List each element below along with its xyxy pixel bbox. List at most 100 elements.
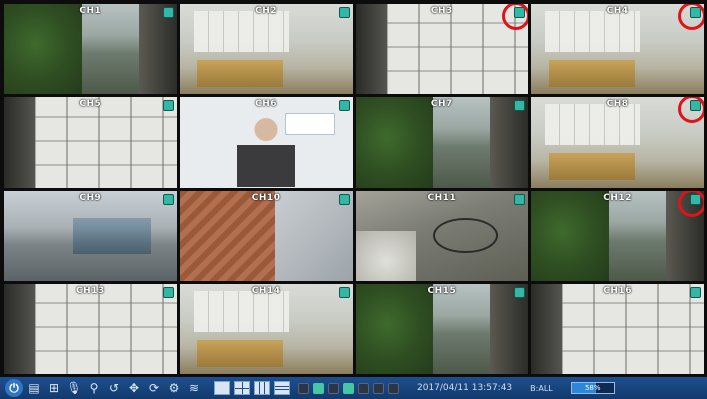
hdd-usage-text: 58% [584, 384, 601, 392]
sequence-button[interactable]: ⟳ [145, 380, 163, 396]
status-indicator-icon [343, 382, 354, 394]
power-button[interactable]: ⏻ [5, 379, 23, 397]
network-icon: ⚙ [168, 381, 180, 395]
record-status-icon [514, 100, 526, 112]
power-icon: ⏻ [9, 381, 19, 395]
record-status-icon [514, 286, 526, 298]
status-indicator-icon [328, 382, 339, 394]
camera-label: CH4 [606, 6, 629, 16]
list-search-icon: ⊞ [48, 381, 60, 395]
camera-feed [4, 4, 177, 95]
layout-l4-button[interactable] [234, 381, 250, 395]
camera-label: CH5 [79, 99, 102, 110]
menu-button[interactable]: ▤ [25, 380, 43, 396]
camera-label: CH11 [427, 192, 457, 203]
record-status-icon [338, 193, 350, 205]
hdd-usage-bar[interactable]: 58% [570, 382, 615, 394]
status-indicator-icon [373, 382, 384, 394]
camera-label: CH9 [79, 192, 102, 203]
playback-icon: ↺ [108, 381, 120, 395]
camera-feed [355, 283, 529, 374]
camera-feed [355, 190, 529, 281]
camera-feed [179, 190, 353, 281]
camera-tile[interactable]: CH14 [179, 283, 353, 374]
camera-label: CH16 [603, 285, 632, 296]
camera-tile[interactable]: CH4 [531, 4, 704, 95]
camera-feed [4, 190, 177, 281]
network-button[interactable]: ⚙ [165, 380, 183, 396]
camera-label: CH3 [430, 6, 453, 16]
record-status-icon [338, 7, 350, 18]
camera-label: CH14 [251, 285, 281, 296]
record-status-icon [338, 286, 350, 298]
layout-l1-button[interactable] [214, 381, 230, 395]
camera-feed [179, 97, 353, 188]
camera-tile[interactable]: CH2 [179, 4, 353, 95]
zoom-button[interactable]: ⚲ [85, 380, 103, 396]
layout-buttons [212, 381, 292, 395]
toolbar-buttons: ⏻ ▤ ⊞ 🎙 ⚲ ↺ ✥ ⟳ ⚙ ≋ [4, 379, 204, 397]
record-status-icon [162, 7, 174, 18]
camera-tile[interactable]: CH1 [4, 4, 177, 95]
camera-label: CH15 [427, 285, 457, 296]
camera-label: CH10 [251, 192, 281, 203]
record-status-icon [338, 100, 350, 112]
cycle-icon: ⟳ [148, 381, 160, 395]
audio-button[interactable]: ≋ [185, 380, 203, 396]
camera-label: CH2 [255, 6, 278, 16]
audio-wave-icon: ≋ [188, 381, 200, 395]
camera-tile[interactable]: CH10 [179, 190, 353, 281]
camera-tile[interactable]: CH5 [4, 97, 177, 188]
camera-feed [355, 97, 529, 188]
camera-label: CH1 [79, 6, 102, 16]
camera-tile[interactable]: CH11 [355, 190, 529, 281]
status-indicator-icon [358, 382, 369, 394]
bottom-toolbar: ⏻ ▤ ⊞ 🎙 ⚲ ↺ ✥ ⟳ ⚙ ≋ 2017/04/11 13:57:43 B:ALL 58% [0, 377, 707, 399]
ptz-button[interactable]: ✥ [125, 380, 143, 396]
status-indicator-icon [298, 382, 309, 394]
camera-label: CH12 [603, 192, 632, 203]
alert-ring-icon [678, 97, 704, 124]
camera-label: CH7 [430, 99, 453, 110]
alert-ring-icon [502, 4, 529, 30]
layout-l9-button[interactable] [254, 381, 270, 395]
ptz-cross-icon: ✥ [128, 381, 140, 395]
camera-feed [4, 283, 177, 374]
camera-label: CH13 [76, 285, 105, 296]
mic-button[interactable]: 🎙 [65, 380, 83, 396]
record-status-icon [690, 286, 701, 298]
camera-tile[interactable]: CH3 [355, 4, 529, 95]
search-list-button[interactable]: ⊞ [45, 380, 63, 396]
record-status-icon [162, 286, 174, 298]
camera-feed [179, 283, 353, 374]
datetime-display: 2017/04/11 13:57:43 [417, 383, 513, 393]
camera-tile[interactable]: CH16 [531, 283, 704, 374]
camera-tile[interactable]: CH13 [4, 283, 177, 374]
alert-ring-icon [678, 4, 704, 30]
magnifier-icon: ⚲ [89, 381, 99, 395]
camera-tile[interactable]: CH9 [4, 190, 177, 281]
menu-icon: ▤ [28, 381, 40, 395]
playback-button[interactable]: ↺ [105, 380, 123, 396]
camera-feed [179, 4, 353, 95]
camera-tile[interactable]: CH12 [531, 190, 704, 281]
camera-feed [531, 283, 704, 374]
camera-grid: CH1 CH2 CH3 CH4 CH5 CH6 CH7 CH8 CH9 CH10 CH11 CH12 C… [4, 4, 704, 374]
record-mode: B:ALL [530, 383, 553, 393]
camera-label: CH8 [606, 99, 629, 110]
record-status-icon [162, 100, 174, 112]
camera-label: CH6 [255, 99, 278, 110]
status-indicator-icon [313, 382, 324, 394]
record-status-icon [162, 193, 174, 205]
camera-feed [4, 97, 177, 188]
record-status-icon [514, 193, 526, 205]
camera-tile[interactable]: CH8 [531, 97, 704, 188]
layout-l16-button[interactable] [274, 381, 290, 395]
status-indicator-icon [388, 382, 399, 394]
camera-tile[interactable]: CH6 [179, 97, 353, 188]
alert-ring-icon [678, 190, 704, 217]
camera-tile[interactable]: CH7 [355, 97, 529, 188]
status-icons [296, 382, 401, 394]
camera-tile[interactable]: CH15 [355, 283, 529, 374]
microphone-icon: 🎙 [66, 381, 82, 395]
